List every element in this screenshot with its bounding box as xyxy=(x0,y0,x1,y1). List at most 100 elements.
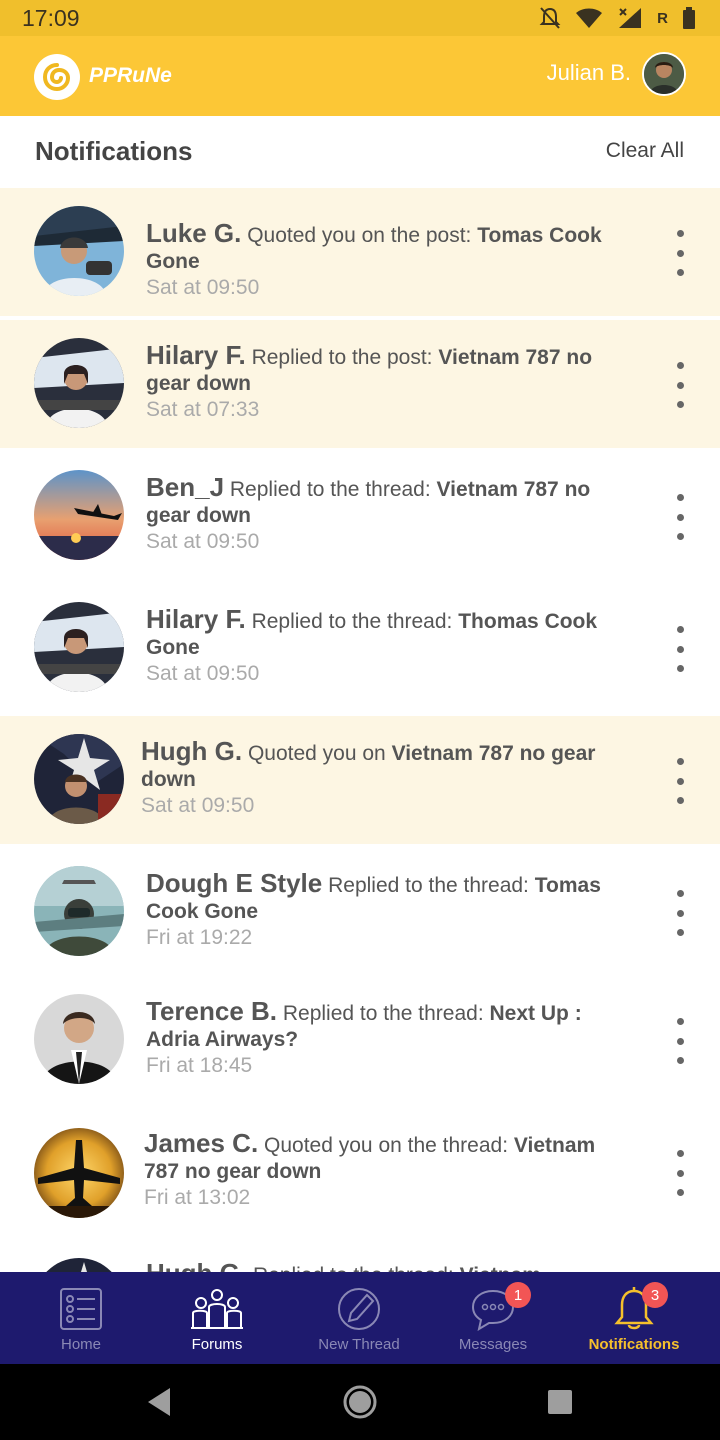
people-icon xyxy=(189,1284,245,1334)
avatar[interactable] xyxy=(34,1258,124,1272)
nav-notifications[interactable]: 3 Notifications xyxy=(575,1272,693,1364)
pen-icon xyxy=(337,1284,381,1334)
app-bar: PPRuNe Julian B. xyxy=(0,36,720,116)
more-options-icon[interactable] xyxy=(670,758,690,804)
notification-item[interactable]: Dough E Style Replied to the thread: Tom… xyxy=(0,848,720,976)
status-icons: R xyxy=(539,4,696,32)
notification-text: Hilary F. Replied to the thread: Thomas … xyxy=(146,606,636,687)
timestamp: Sat at 09:50 xyxy=(146,662,260,685)
notification-text: Ben_J Replied to the thread: Vietnam 787… xyxy=(146,474,636,555)
avatar[interactable] xyxy=(34,602,124,692)
notification-text: Hugh G. Replied to the thread: Vietnam xyxy=(146,1260,636,1272)
notification-text: Terence B. Replied to the thread: Next U… xyxy=(146,998,636,1079)
user-name[interactable]: Hugh G. xyxy=(146,1258,247,1272)
user-name[interactable]: Terence B. xyxy=(146,996,277,1026)
nav-label: New Thread xyxy=(318,1336,400,1353)
user-name[interactable]: Hugh G. xyxy=(141,736,242,766)
nav-new-thread[interactable]: New Thread xyxy=(300,1272,418,1364)
thread-title[interactable]: Vietnam xyxy=(460,1264,541,1272)
notification-text: Luke G. Quoted you on the post: Tomas Co… xyxy=(146,220,636,301)
notification-item[interactable]: Luke G. Quoted you on the post: Tomas Co… xyxy=(0,188,720,316)
nav-label: Home xyxy=(60,1336,101,1353)
timestamp: Sat at 09:50 xyxy=(146,530,260,553)
system-navigation-bar xyxy=(0,1364,720,1440)
app-logo-text: PPRuNe xyxy=(89,64,172,87)
notifications-badge: 3 xyxy=(642,1282,668,1308)
more-options-icon[interactable] xyxy=(670,1150,690,1196)
timestamp: Fri at 13:02 xyxy=(144,1186,251,1209)
notification-text: Hilary F. Replied to the post: Vietnam 7… xyxy=(146,342,636,423)
avatar[interactable] xyxy=(34,1128,124,1218)
user-avatar[interactable] xyxy=(642,52,686,96)
notification-list[interactable]: Luke G. Quoted you on the post: Tomas Co… xyxy=(0,188,720,1272)
nav-messages[interactable]: 1 Messages xyxy=(434,1272,552,1364)
nav-label: Forums xyxy=(191,1336,243,1353)
notification-text: Dough E Style Replied to the thread: Tom… xyxy=(146,870,636,951)
action-text: Quoted you on the thread: xyxy=(264,1134,509,1157)
clear-all-button[interactable]: Clear All xyxy=(606,139,684,163)
action-text: Replied to the thread: xyxy=(282,1002,484,1025)
notification-item[interactable]: Hilary F. Replied to the post: Vietnam 7… xyxy=(0,320,720,448)
home-circle-icon[interactable] xyxy=(342,1382,378,1422)
notifications-header: Notifications Clear All xyxy=(0,116,720,188)
chat-icon: 1 xyxy=(469,1282,531,1334)
cell-signal-icon xyxy=(619,8,642,28)
carrier-letter: R xyxy=(657,9,668,27)
action-text: Quoted you on xyxy=(247,742,386,765)
more-options-icon[interactable] xyxy=(670,362,690,408)
avatar[interactable] xyxy=(34,206,124,296)
more-options-icon[interactable] xyxy=(670,1018,690,1064)
notification-item[interactable]: Hugh G. Replied to the thread: Vietnam xyxy=(0,1244,720,1272)
battery-icon xyxy=(683,7,695,29)
timestamp: Sat at 09:50 xyxy=(146,276,260,299)
status-time: 17:09 xyxy=(22,5,80,31)
list-icon xyxy=(59,1284,103,1334)
notification-item[interactable]: Hugh G. Quoted you on Vietnam 787 no gea… xyxy=(0,716,720,844)
screen: 17:09 R PPRuNe Julian B. Notifications C… xyxy=(0,0,720,1440)
user-name[interactable]: Julian B. xyxy=(547,60,631,86)
timestamp: Sat at 09:50 xyxy=(141,794,255,817)
action-text: Quoted you on the post: xyxy=(247,224,472,247)
nav-home[interactable]: Home xyxy=(22,1272,140,1364)
avatar[interactable] xyxy=(34,994,124,1084)
notification-item[interactable]: Terence B. Replied to the thread: Next U… xyxy=(0,980,720,1108)
avatar[interactable] xyxy=(34,338,124,428)
more-options-icon[interactable] xyxy=(670,494,690,540)
nav-forums[interactable]: Forums xyxy=(158,1272,276,1364)
user-name[interactable]: James C. xyxy=(144,1128,258,1158)
action-text: Replied to the thread: xyxy=(251,610,453,633)
more-options-icon[interactable] xyxy=(670,890,690,936)
status-bar: 17:09 R xyxy=(0,0,720,36)
user-name[interactable]: Hilary F. xyxy=(146,604,246,634)
notification-text: James C. Quoted you on the thread: Vietn… xyxy=(144,1130,634,1211)
nav-label: Notifications xyxy=(588,1336,680,1353)
bell-icon: 3 xyxy=(614,1282,668,1334)
more-options-icon[interactable] xyxy=(670,230,690,276)
avatar[interactable] xyxy=(34,470,124,560)
notification-text: Hugh G. Quoted you on Vietnam 787 no gea… xyxy=(141,738,631,819)
messages-badge: 1 xyxy=(505,1282,531,1308)
back-icon[interactable] xyxy=(144,1382,172,1422)
timestamp: Sat at 07:33 xyxy=(146,398,260,421)
wifi-icon xyxy=(576,8,603,28)
user-name[interactable]: Luke G. xyxy=(146,218,241,248)
more-options-icon[interactable] xyxy=(670,626,690,672)
user-name[interactable]: Hilary F. xyxy=(146,340,246,370)
action-text: Replied to the thread: xyxy=(229,478,431,501)
avatar[interactable] xyxy=(34,734,124,824)
timestamp: Fri at 18:45 xyxy=(146,1054,253,1077)
action-text: Replied to the thread: xyxy=(328,874,529,897)
nav-label: Messages xyxy=(458,1336,528,1353)
notification-item[interactable]: Hilary F. Replied to the thread: Thomas … xyxy=(0,584,720,712)
bottom-navigation: Home Forums New Thread 1 Messages 3 Noti… xyxy=(0,1272,720,1364)
mute-bell-icon xyxy=(539,7,561,29)
user-name[interactable]: Dough E Style xyxy=(146,868,322,898)
app-logo-icon[interactable] xyxy=(34,54,80,100)
page-title: Notifications xyxy=(35,136,193,166)
notification-item[interactable]: Ben_J Replied to the thread: Vietnam 787… xyxy=(0,452,720,580)
user-name[interactable]: Ben_J xyxy=(146,472,224,502)
notification-item[interactable]: James C. Quoted you on the thread: Vietn… xyxy=(0,1112,720,1240)
avatar[interactable] xyxy=(34,866,124,956)
recents-icon[interactable] xyxy=(546,1382,574,1422)
action-text: Replied to the thread: xyxy=(253,1264,454,1272)
